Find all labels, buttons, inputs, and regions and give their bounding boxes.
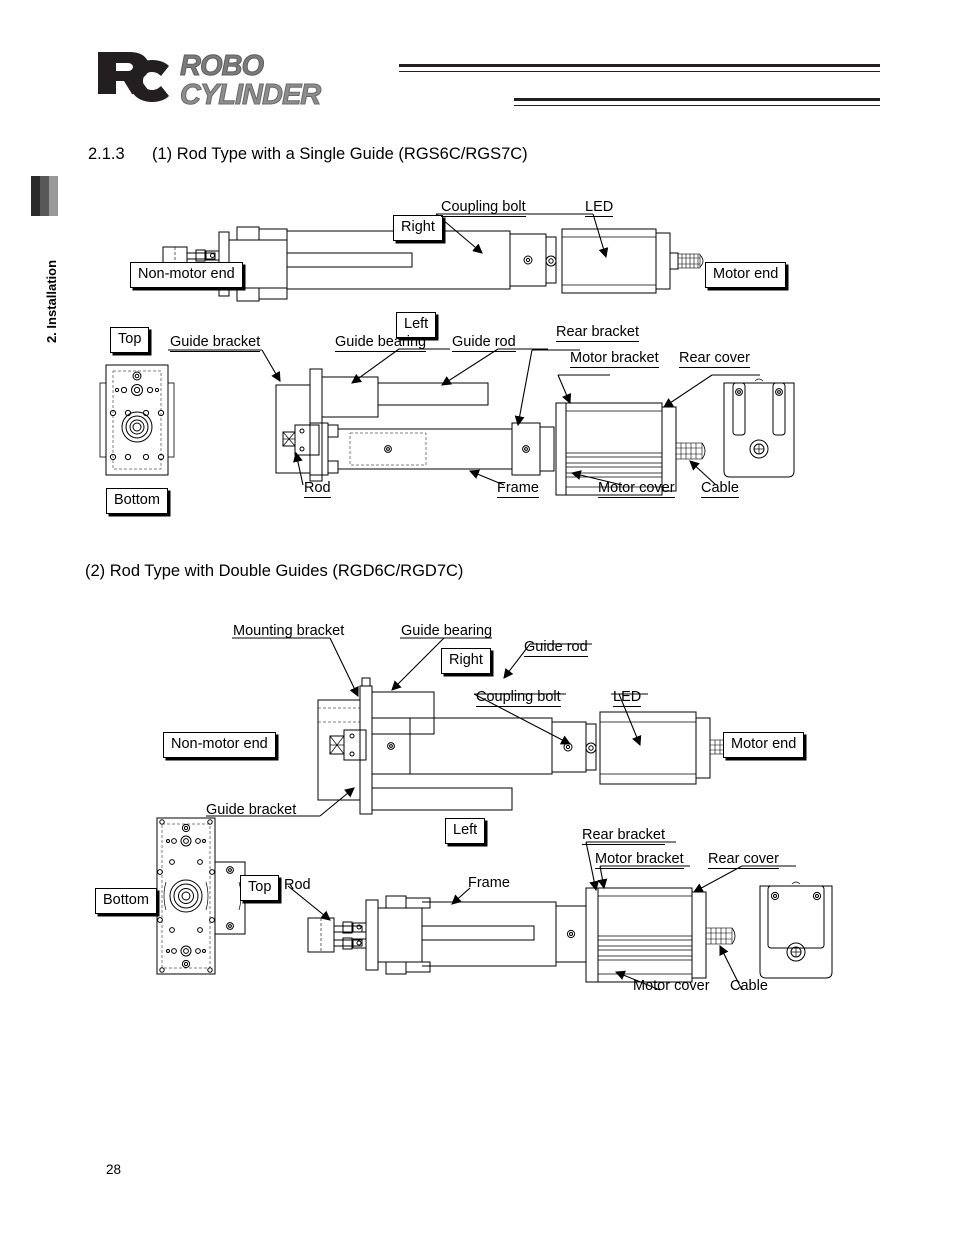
section-title: (1) Rod Type with a Single Guide (RGS6C/…: [152, 145, 528, 163]
callout-led: LED: [585, 199, 614, 215]
header-rule-bottom-thick: [514, 98, 880, 101]
callout-motor-bracket: Motor bracket: [595, 851, 684, 867]
label-box-right: Right: [393, 215, 443, 241]
callout-underline: [679, 366, 750, 368]
callout-underline: [170, 350, 260, 352]
callout-guide-rod: Guide rod: [524, 639, 588, 655]
label-box-non-motor-end: Non-motor end: [163, 732, 276, 758]
callout-cable: Cable: [701, 480, 739, 496]
callout-rear-bracket: Rear bracket: [556, 324, 640, 340]
callout-rear-bracket: Rear bracket: [582, 827, 666, 843]
label-box-right: Right: [441, 648, 491, 674]
header-rule-bottom-thin: [514, 105, 880, 106]
callout-rod: Rod: [284, 877, 311, 893]
label-box-motor-end: Motor end: [723, 732, 805, 758]
callout-motor-bracket: Motor bracket: [570, 350, 659, 366]
callout-led: LED: [613, 689, 642, 705]
callout-rod: Rod: [304, 480, 331, 496]
callout-underline: [570, 366, 659, 368]
callout-rear-cover: Rear cover: [708, 851, 779, 867]
callout-underline: [452, 350, 516, 352]
callout-underline: [304, 496, 331, 498]
callout-rear-cover: Rear cover: [679, 350, 750, 366]
manual-page: ROBO CYLINDER 2. Installation 2.1.3 (1) …: [0, 0, 954, 1235]
header-rule-top-thick: [399, 64, 880, 67]
page-number: 28: [106, 1162, 122, 1177]
callout-underline: [585, 215, 613, 217]
callout-underline: [497, 496, 539, 498]
callout-cable: Cable: [730, 978, 768, 994]
callout-underline: [556, 340, 639, 342]
callout-guide-bearing: Guide bearing: [401, 623, 493, 639]
callout-guide-bearing: Guide bearing: [335, 334, 427, 350]
label-box-top: Top: [110, 327, 150, 353]
callout-guide-bracket: Guide bracket: [206, 802, 297, 818]
callout-frame: Frame: [497, 480, 539, 496]
callout-coupling-bolt: Coupling bolt: [476, 689, 561, 705]
callout-coupling-bolt: Coupling bolt: [441, 199, 526, 215]
label-box-bottom: Bottom: [95, 888, 157, 914]
callout-underline: [441, 215, 526, 217]
label-box-motor-end: Motor end: [705, 262, 787, 288]
callout-underline: [701, 496, 739, 498]
callout-motor-cover: Motor cover: [598, 480, 675, 496]
callout-guide-bracket: Guide bracket: [170, 334, 261, 350]
logo-text-robo: ROBO: [180, 50, 265, 82]
section-number: 2.1.3: [88, 145, 125, 163]
rc-logo-icon: [98, 52, 169, 102]
header-rule-top-thin: [399, 71, 880, 72]
logo-text-cylinder: CYLINDER: [179, 79, 321, 111]
label-box-non-motor-end: Non-motor end: [130, 262, 243, 288]
callout-mounting-bracket: Mounting bracket: [233, 623, 345, 639]
label-box-bottom: Bottom: [106, 488, 168, 514]
callout-guide-rod: Guide rod: [452, 334, 516, 350]
callout-underline: [335, 350, 426, 352]
figure-rod-type-single-guide: Right Non-motor end Left Motor end Top B…: [0, 185, 954, 525]
callout-frame: Frame: [468, 875, 510, 891]
figure-1-linework: [99, 213, 795, 496]
label-box-top: Top: [240, 875, 280, 901]
brand-header: ROBO CYLINDER: [96, 48, 886, 116]
callout-underline: [598, 496, 675, 498]
figure-rod-type-double-guides: Right Non-motor end Left Motor end Top B…: [0, 600, 954, 1020]
label-box-left: Left: [445, 818, 486, 844]
callout-motor-cover: Motor cover: [633, 978, 710, 994]
section-title-2: (2) Rod Type with Double Guides (RGD6C/R…: [85, 562, 464, 580]
